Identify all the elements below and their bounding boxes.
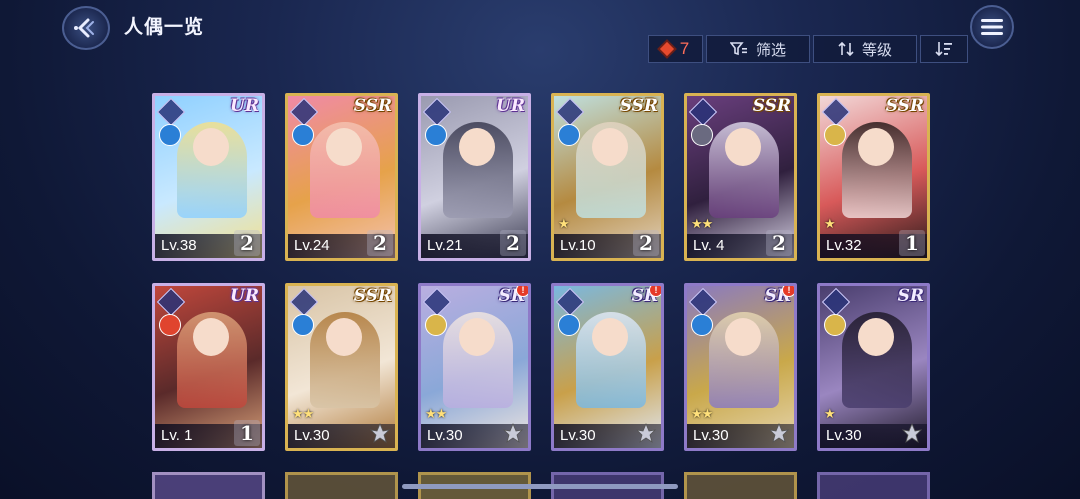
card-peek[interactable] — [285, 472, 398, 499]
rarity-label: SSR — [885, 96, 924, 116]
tier-number: 1 — [899, 230, 925, 256]
level-label: Lv.21 — [427, 237, 463, 254]
rarity-label: SR — [897, 286, 924, 306]
rarity-label: SSR — [619, 96, 658, 116]
card-peek[interactable] — [684, 472, 797, 499]
tier-number: 2 — [367, 230, 393, 256]
water-element-icon — [558, 124, 580, 146]
rarity-label: SSR — [353, 96, 392, 116]
emblem-icon — [766, 420, 792, 446]
back-button[interactable] — [62, 6, 110, 50]
doll-card[interactable]: SR ★ Lv.30 — [817, 283, 930, 451]
water-element-icon — [691, 314, 713, 336]
doll-card[interactable]: SR ★★ Lv.30! — [684, 283, 797, 451]
light-element-icon — [824, 314, 846, 336]
level-label: Lv. 1 — [161, 427, 193, 444]
level-label: Lv.10 — [560, 237, 596, 254]
star-rating: ★★ — [425, 406, 447, 421]
star-rating: ★ — [824, 216, 836, 231]
hamburger-menu-icon — [981, 19, 1003, 35]
star-rating: ★ — [824, 406, 836, 421]
doll-card[interactable]: SSR ★ Lv.32 1 — [817, 93, 930, 261]
rarity-label: UR — [496, 96, 525, 116]
level-label: Lv.30 — [693, 427, 729, 444]
menu-button[interactable] — [970, 5, 1014, 49]
rarity-label: UR — [230, 286, 259, 306]
emblem-icon — [367, 420, 393, 446]
emblem-icon — [899, 420, 925, 446]
water-element-icon — [159, 124, 181, 146]
rarity-label: SSR — [353, 286, 392, 306]
water-element-icon — [292, 314, 314, 336]
water-element-icon — [292, 124, 314, 146]
filter-icon — [729, 42, 747, 56]
doll-card[interactable]: UR Lv. 1 1 — [152, 283, 265, 451]
tier-number: 2 — [234, 230, 260, 256]
light-element-icon — [824, 124, 846, 146]
page-title: 人偶一览 — [124, 17, 205, 38]
light-element-icon — [425, 314, 447, 336]
doll-card[interactable]: SSR ★ Lv.10 2 — [551, 93, 664, 261]
star-rating: ★★ — [691, 216, 713, 231]
alert-badge-icon: ! — [649, 286, 661, 297]
tier-number: 1 — [234, 420, 260, 446]
level-label: Lv.38 — [161, 237, 197, 254]
tier-number: 2 — [633, 230, 659, 256]
card-peek[interactable] — [817, 472, 930, 499]
resource-counter: 7 — [648, 35, 703, 63]
water-element-icon — [558, 314, 580, 336]
level-label: Lv.30 — [427, 427, 463, 444]
doll-card[interactable]: SR ★★ Lv.30! — [418, 283, 531, 451]
red-gem-icon — [659, 41, 674, 57]
level-label: Lv.30 — [294, 427, 330, 444]
alert-badge-icon: ! — [782, 286, 794, 297]
star-rating: ★★ — [292, 406, 314, 421]
doll-card[interactable]: SSR Lv.24 2 — [285, 93, 398, 261]
alert-badge-icon: ! — [516, 286, 528, 297]
level-sort-label: 等级 — [861, 41, 892, 59]
doll-card[interactable]: UR Lv.38 2 — [152, 93, 265, 261]
emblem-icon — [500, 420, 526, 446]
card-peek[interactable] — [152, 472, 265, 499]
doll-card[interactable]: SR Lv.30! — [551, 283, 664, 451]
emblem-icon — [633, 420, 659, 446]
sort-order-button[interactable] — [920, 35, 968, 63]
doll-card[interactable]: UR Lv.21 2 — [418, 93, 531, 261]
dark-element-icon — [691, 124, 713, 146]
level-label: Lv.30 — [826, 427, 862, 444]
filter-button[interactable]: 筛选 — [706, 35, 810, 63]
filter-label: 筛选 — [755, 41, 786, 59]
water-element-icon — [425, 124, 447, 146]
level-label: Lv.32 — [826, 237, 862, 254]
doll-card[interactable]: SSR ★★ Lv. 4 2 — [684, 93, 797, 261]
fire-element-icon — [159, 314, 181, 336]
resource-count: 7 — [679, 39, 690, 58]
sort-descending-icon — [935, 42, 952, 57]
tier-number: 2 — [766, 230, 792, 256]
doll-card[interactable]: SSR ★★ Lv.30 — [285, 283, 398, 451]
star-rating: ★★ — [691, 406, 713, 421]
level-label: Lv.24 — [294, 237, 330, 254]
level-label: Lv.30 — [560, 427, 596, 444]
back-arrow-icon — [74, 18, 94, 38]
level-label: Lv. 4 — [693, 237, 725, 254]
top-bar: 人偶一览 — [0, 0, 1080, 50]
rarity-label: UR — [230, 96, 259, 116]
sort-arrows-icon — [838, 41, 854, 57]
rarity-label: SSR — [752, 96, 791, 116]
tier-number: 2 — [500, 230, 526, 256]
level-sort-button[interactable]: 等级 — [813, 35, 917, 63]
star-rating: ★ — [558, 216, 570, 231]
scrollbar[interactable] — [402, 484, 678, 489]
